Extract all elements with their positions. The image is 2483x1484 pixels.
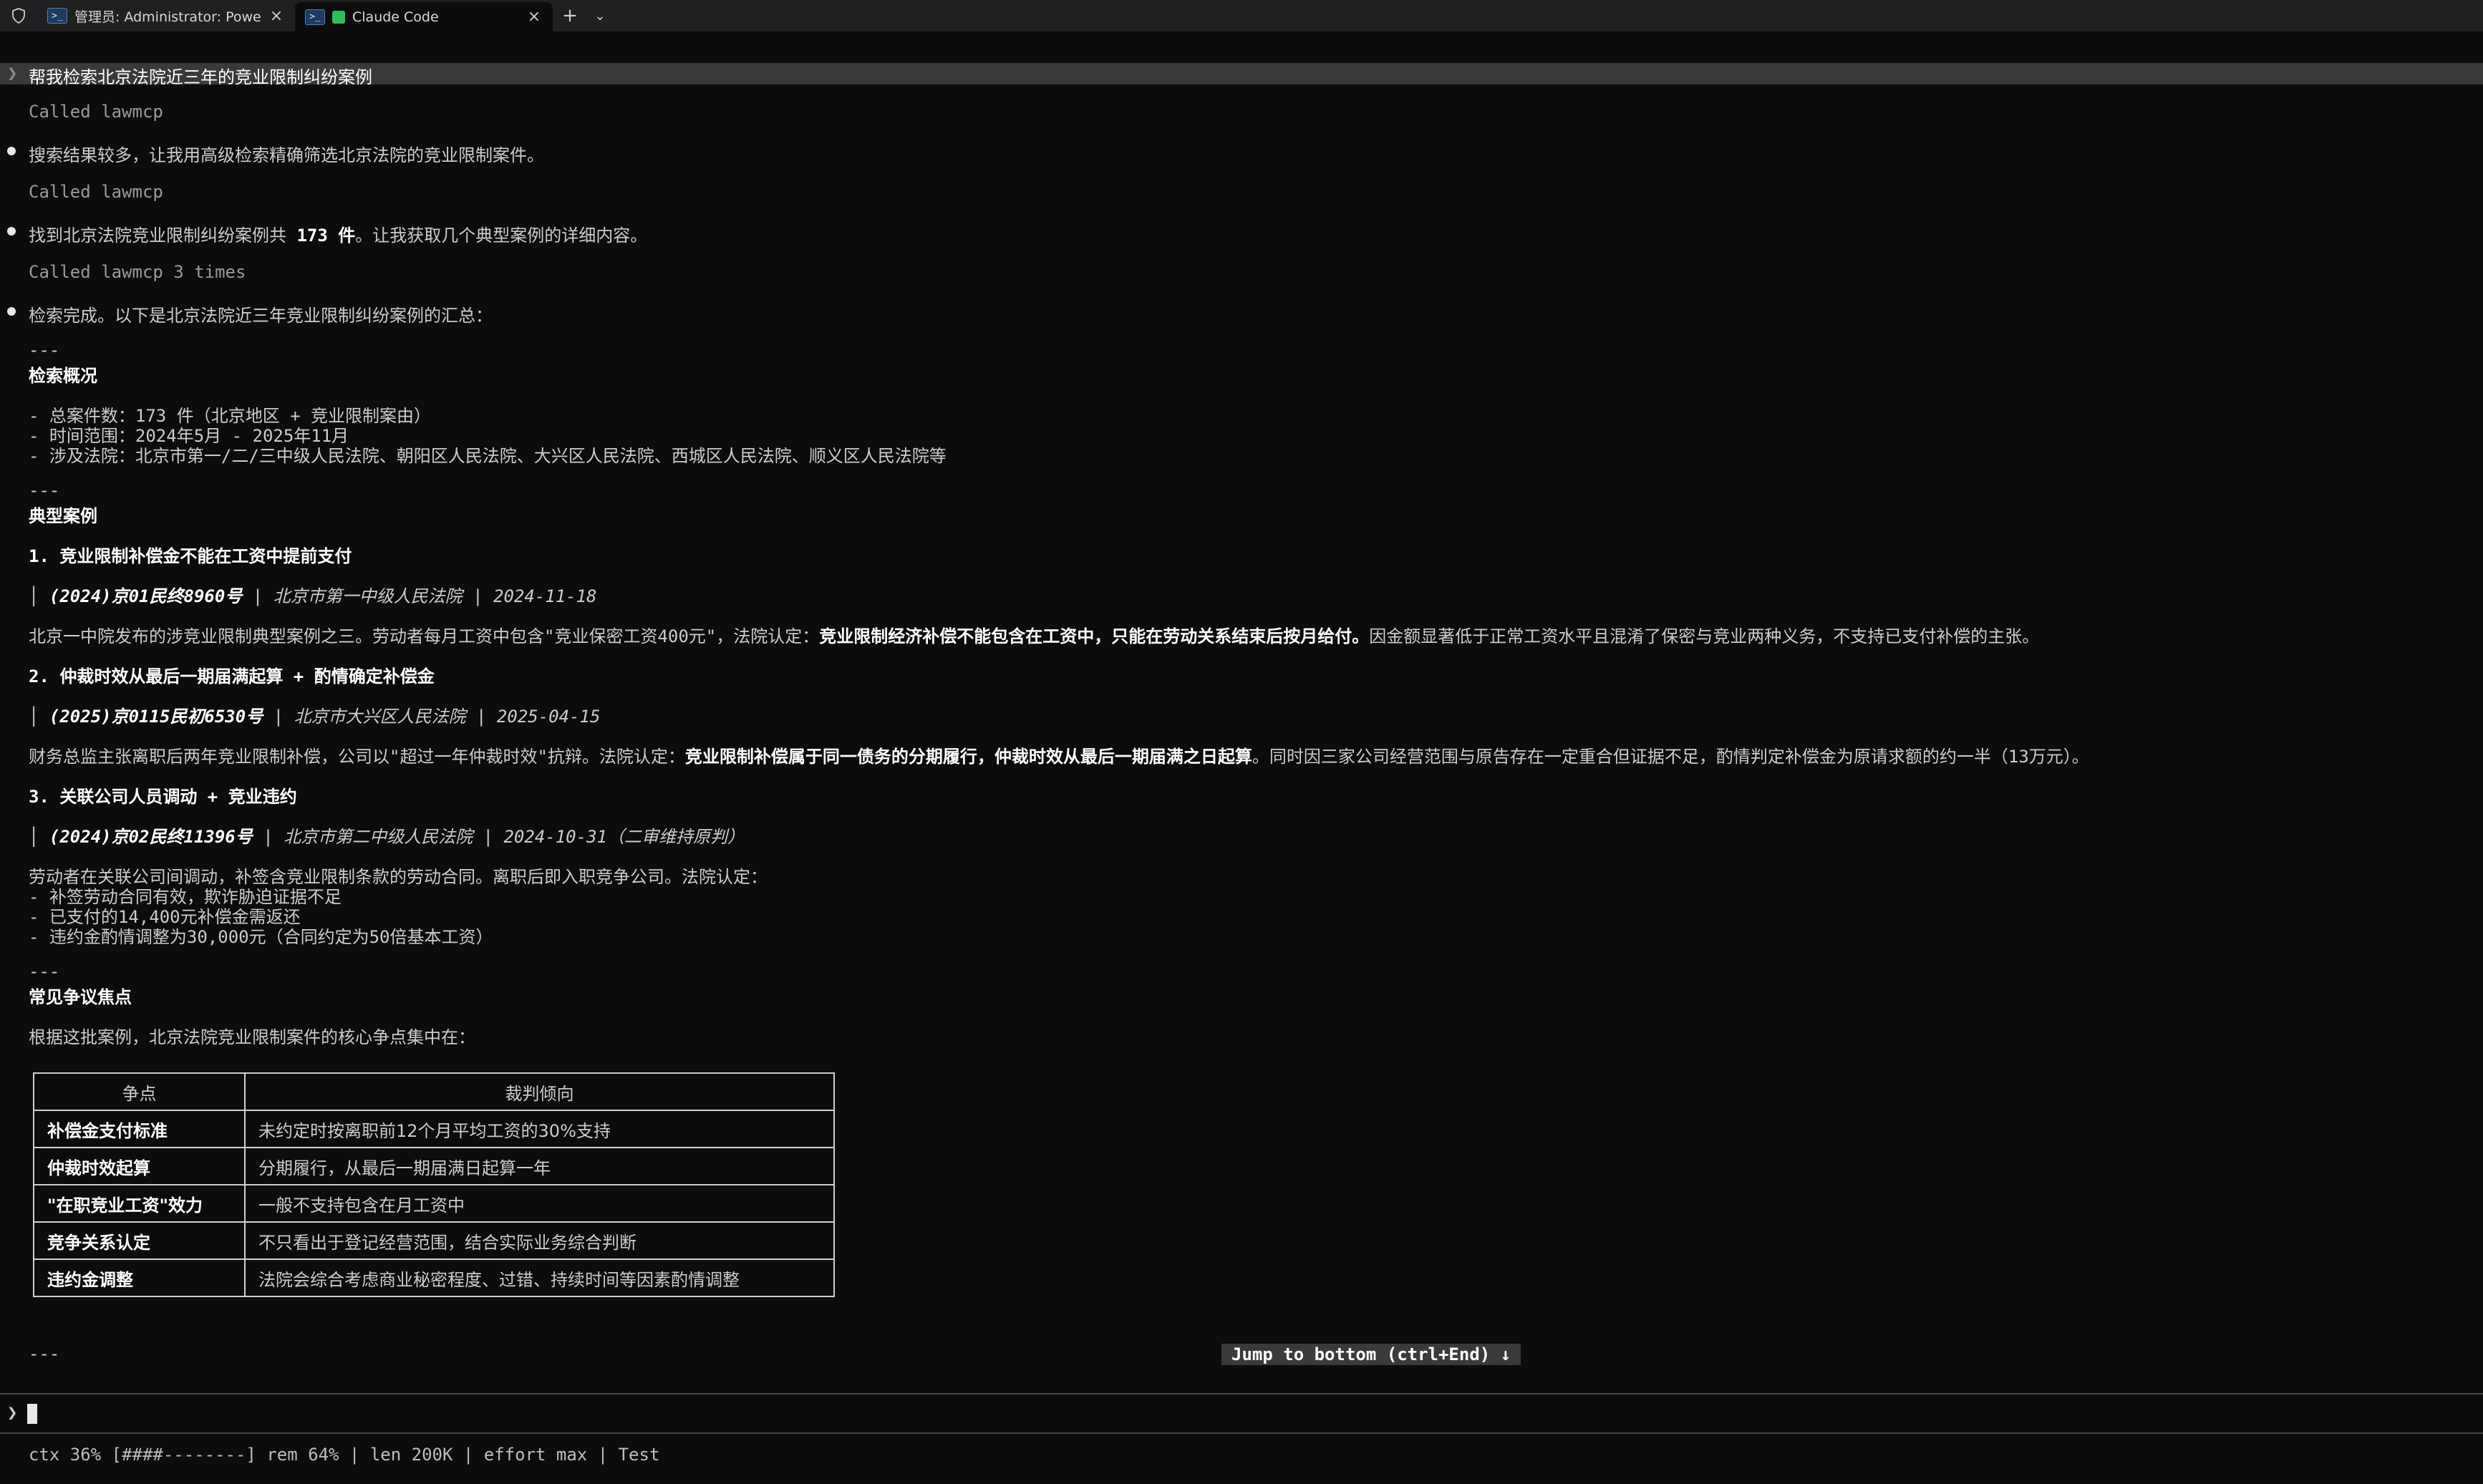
case-citation: │ (2024)京01民终8960号 | 北京市第一中级人民法院 | 2024-… <box>29 586 597 606</box>
bullet-icon <box>7 307 16 316</box>
tool-call: Called lawmcp 3 times <box>29 262 246 282</box>
case-title: 3. 关联公司人员调动 + 竞业违约 <box>29 787 297 807</box>
bullet-icon <box>7 227 16 236</box>
tab-claude-code[interactable]: >_ Claude Code × <box>295 2 553 31</box>
user-prompt: ❯ 帮我检索北京法院近三年的竞业限制纠纷案例 <box>0 63 2483 87</box>
prompt-caret-icon: ❯ <box>7 63 18 83</box>
divider: --- <box>29 480 60 500</box>
dispute-table: 争点 裁判倾向 补偿金支付标准 未约定时按离职前12个月平均工资的30%支持 仲… <box>33 1072 835 1297</box>
case-citation: │ (2024)京02民终11396号 | 北京市第二中级人民法院 | 2024… <box>29 827 745 847</box>
table-cell: 竞争关系认定 <box>33 1221 246 1260</box>
table-cell: "在职竞业工资"效力 <box>33 1184 246 1223</box>
tab-label: 管理员: Administrator: PowerSh <box>74 9 261 25</box>
list-item: - 违约金酌情调整为30,000元（合同约定为50倍基本工资） <box>29 927 493 947</box>
input-top-border <box>0 1393 2483 1395</box>
table-header-row: 争点 裁判倾向 <box>33 1072 835 1111</box>
table-cell: 违约金调整 <box>33 1259 246 1297</box>
chevron-down-icon[interactable]: ⌄ <box>587 0 613 31</box>
case-citation: │ (2025)京0115民初6530号 | 北京市大兴区人民法院 | 2025… <box>29 707 601 727</box>
section-heading: 常见争议焦点 <box>29 987 132 1007</box>
table-cell: 未约定时按离职前12个月平均工资的30%支持 <box>244 1110 835 1148</box>
powershell-icon: >_ <box>305 9 325 25</box>
new-tab-button[interactable]: + <box>553 0 587 31</box>
section-heading: 检索概况 <box>29 366 97 386</box>
claude-icon <box>332 10 345 24</box>
tab-label: Claude Code <box>352 9 439 25</box>
jump-to-bottom-button[interactable]: Jump to bottom (ctrl+End) ↓ <box>1221 1344 1521 1365</box>
table-row: "在职竞业工资"效力 一般不支持包含在月工资中 <box>33 1184 835 1223</box>
list-item: - 涉及法院：北京市第一/二/三中级人民法院、朝阳区人民法院、大兴区人民法院、西… <box>29 446 947 466</box>
table-row: 仲裁时效起算 分期履行，从最后一期届满日起算一年 <box>33 1147 835 1185</box>
tool-call: Called lawmcp <box>29 182 163 202</box>
table-row: 补偿金支付标准 未约定时按离职前12个月平均工资的30%支持 <box>33 1110 835 1148</box>
table-row: 竞争关系认定 不只看出于登记经营范围，结合实际业务综合判断 <box>33 1221 835 1260</box>
shield-icon[interactable] <box>0 0 37 31</box>
input-caret-icon: ❯ <box>7 1402 18 1422</box>
close-icon[interactable]: × <box>526 8 543 26</box>
input-bottom-border <box>0 1432 2483 1434</box>
case-title: 2. 仲裁时效从最后一期届满起算 + 酌情确定补偿金 <box>29 666 435 687</box>
close-icon[interactable]: × <box>268 7 285 25</box>
table-row: 违约金调整 法院会综合考虑商业秘密程度、过错、持续时间等因素酌情调整 <box>33 1259 835 1297</box>
text-cursor[interactable] <box>27 1404 37 1424</box>
bullet-icon <box>7 147 16 155</box>
divider: --- <box>29 1344 60 1364</box>
prompt-text: 帮我检索北京法院近三年的竞业限制纠纷案例 <box>29 67 372 87</box>
divider: --- <box>29 961 60 981</box>
table-cell: 分期履行，从最后一期届满日起算一年 <box>244 1147 835 1185</box>
table-header: 争点 <box>33 1072 246 1111</box>
divider: --- <box>29 340 60 360</box>
case-title: 1. 竞业限制补偿金不能在工资中提前支付 <box>29 546 352 566</box>
section-heading: 典型案例 <box>29 506 97 526</box>
title-bar: >_ 管理员: Administrator: PowerSh × >_ Clau… <box>0 0 2483 31</box>
table-cell: 不只看出于登记经营范围，结合实际业务综合判断 <box>244 1221 835 1260</box>
tool-call: Called lawmcp <box>29 102 163 122</box>
powershell-icon: >_ <box>47 8 67 24</box>
table-cell: 补偿金支付标准 <box>33 1110 246 1148</box>
table-cell: 仲裁时效起算 <box>33 1147 246 1185</box>
table-header: 裁判倾向 <box>244 1072 835 1111</box>
assistant-message: 找到北京法院竞业限制纠纷案例共 173 件。让我获取几个典型案例的详细内容。 <box>29 225 648 246</box>
case-body: 北京一中院发布的涉竞业限制典型案例之三。劳动者每月工资中包含"竞业保密工资400… <box>29 626 2040 646</box>
assistant-message: 搜索结果较多，让我用高级检索精确筛选北京法院的竞业限制案件。 <box>29 145 544 165</box>
status-bar: ctx 36% [####--------] rem 64% | len 200… <box>29 1445 660 1465</box>
tab-powershell[interactable]: >_ 管理员: Administrator: PowerSh × <box>37 0 295 31</box>
table-cell: 法院会综合考虑商业秘密程度、过错、持续时间等因素酌情调整 <box>244 1259 835 1297</box>
table-cell: 一般不支持包含在月工资中 <box>244 1184 835 1223</box>
assistant-message: 检索完成。以下是北京法院近三年竞业限制纠纷案例的汇总： <box>29 306 493 326</box>
case-body: 财务总监主张离职后两年竞业限制补偿，公司以"超过一年仲裁时效"抗辩。法院认定：竞… <box>29 747 2089 767</box>
section-intro: 根据这批案例，北京法院竞业限制案件的核心争点集中在： <box>29 1027 475 1047</box>
